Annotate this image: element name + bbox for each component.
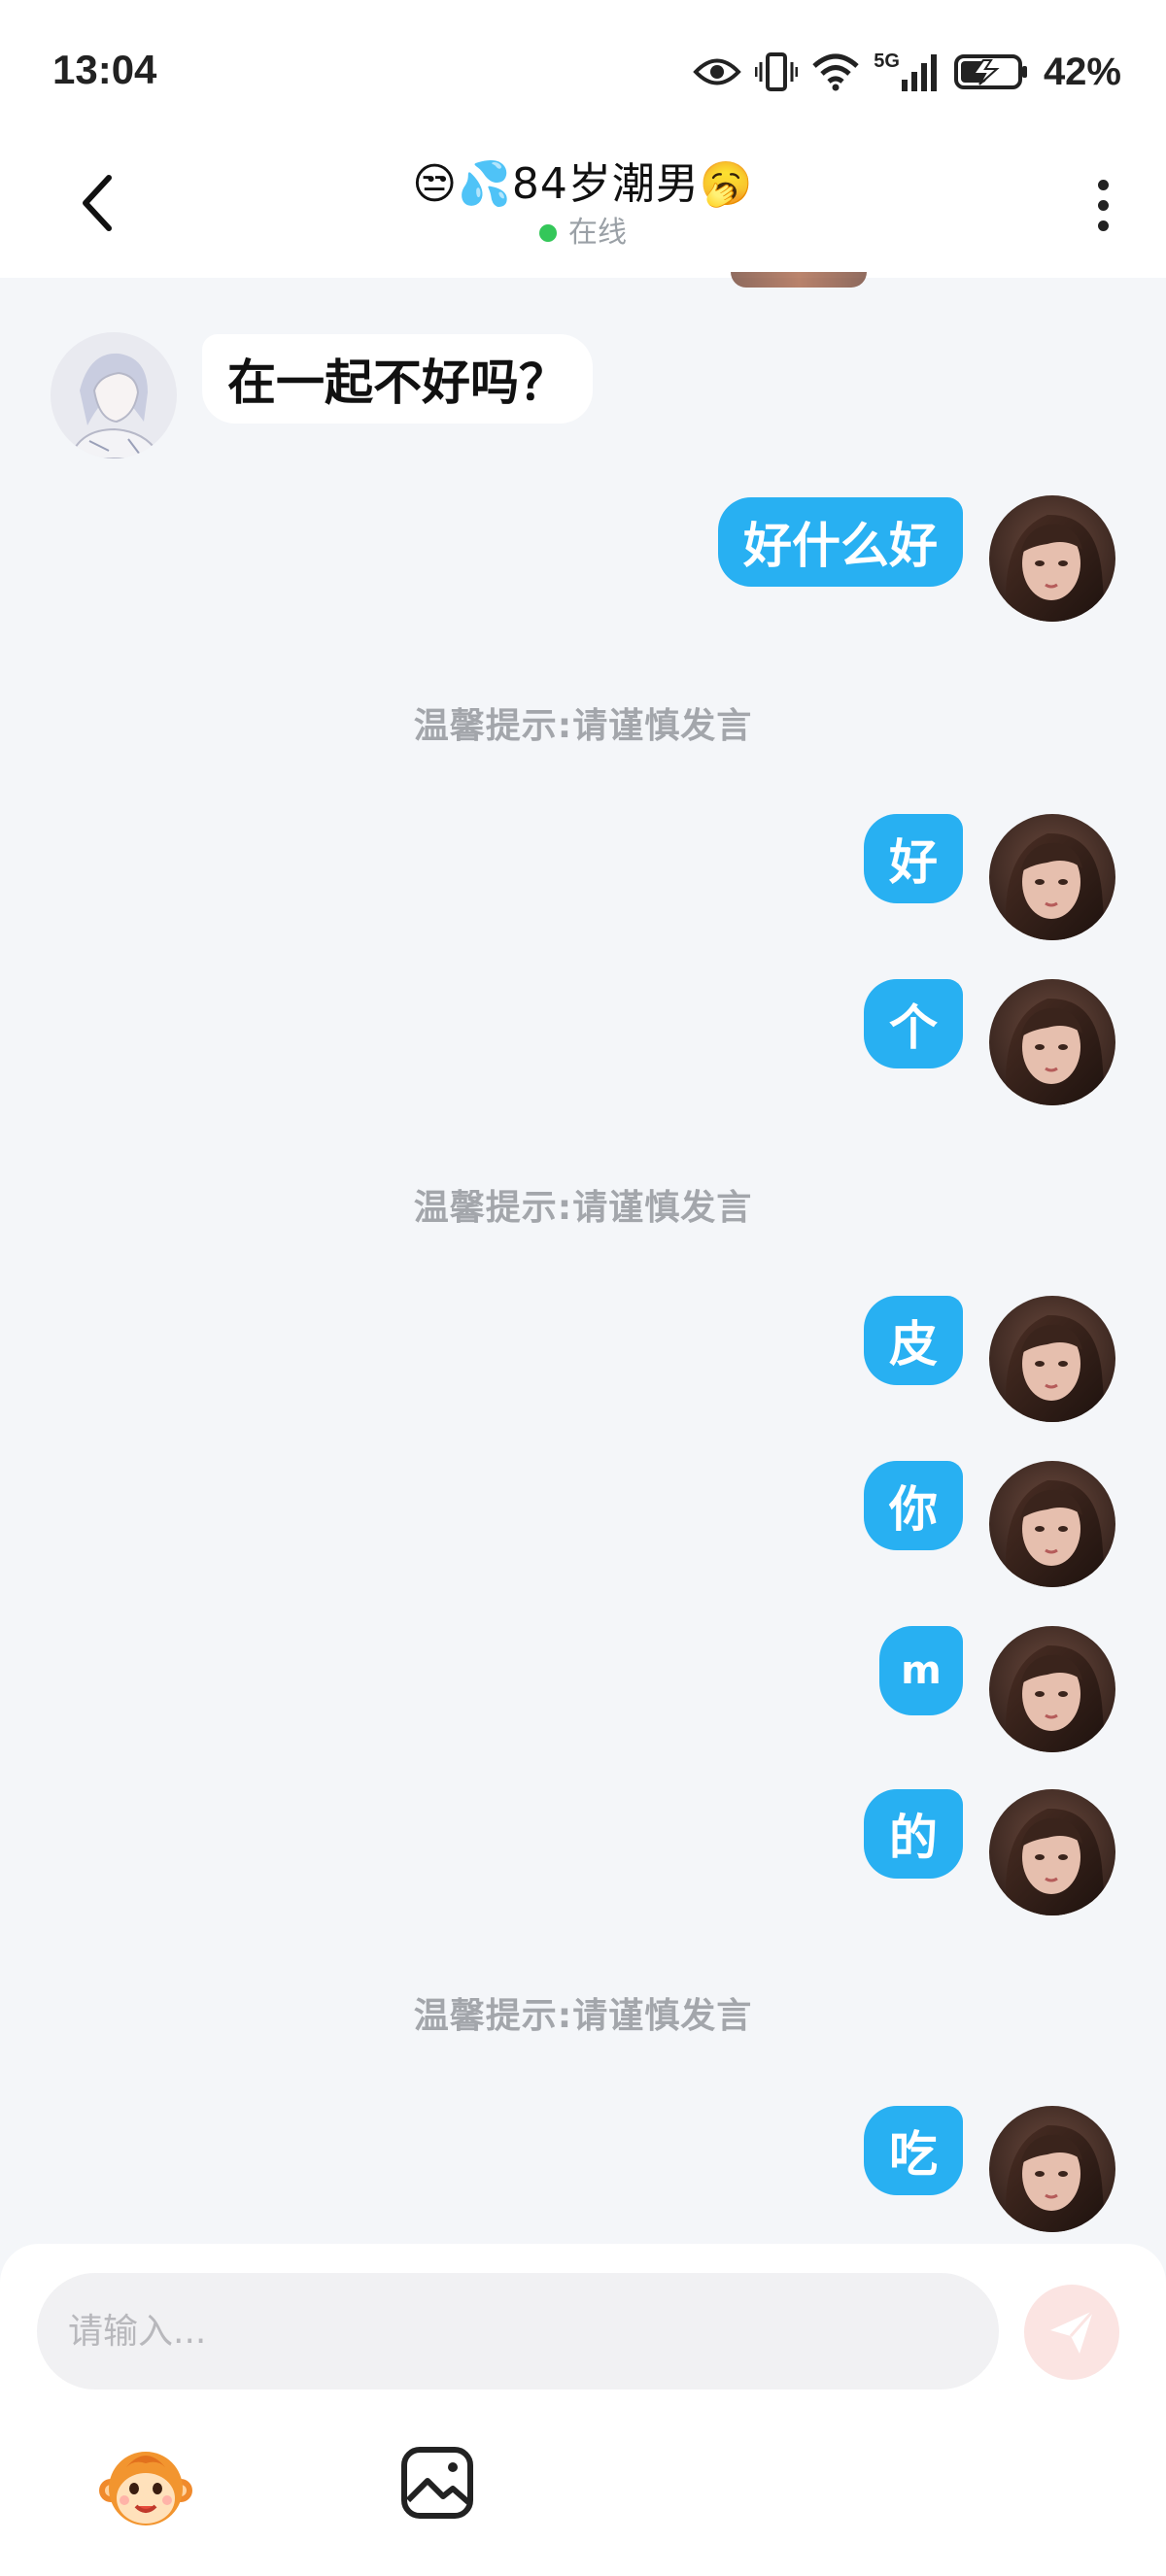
system-tip: 温馨提示:请谨慎发言 xyxy=(413,1996,753,2036)
message-bubble-outgoing[interactable]: 好 xyxy=(864,814,963,903)
message-bubble-outgoing[interactable]: 好什么好 xyxy=(718,497,963,587)
user-avatar[interactable] xyxy=(989,1789,1115,1915)
network-type-label: 5G xyxy=(874,51,900,72)
vibrate-icon xyxy=(755,51,799,93)
send-button[interactable] xyxy=(1024,2285,1119,2380)
status-bar: 13:04 5G 42% xyxy=(0,0,1166,146)
more-options-button[interactable] xyxy=(1079,171,1127,239)
message-bubble-outgoing[interactable]: 你 xyxy=(864,1461,963,1550)
chevron-left-icon xyxy=(83,175,112,231)
cellular-signal-icon: 5G xyxy=(874,51,941,93)
send-icon xyxy=(1050,2310,1095,2354)
user-avatar[interactable] xyxy=(989,495,1115,622)
message-bubble-outgoing[interactable]: 的 xyxy=(864,1789,963,1879)
image-button[interactable] xyxy=(398,2444,476,2522)
input-panel xyxy=(0,2244,1166,2576)
battery-percent: 42% xyxy=(1043,50,1121,93)
system-tip: 温馨提示:请谨慎发言 xyxy=(413,1188,753,1228)
partial-avatar xyxy=(731,272,867,288)
monkey-emoji-icon xyxy=(99,2452,192,2525)
user-avatar[interactable] xyxy=(989,814,1115,940)
contact-avatar[interactable] xyxy=(51,332,177,458)
chat-header: 😒💦84岁潮男🥱 在线 xyxy=(0,146,1166,278)
user-avatar[interactable] xyxy=(989,1296,1115,1422)
message-list[interactable]: 在一起不好吗？ 好什么好 温馨提示:请谨慎发言 好 个 温馨提示:请谨慎发言 皮… xyxy=(0,272,1166,2244)
user-avatar[interactable] xyxy=(989,979,1115,1105)
emoji-button[interactable] xyxy=(97,2438,194,2535)
user-avatar[interactable] xyxy=(989,1461,1115,1587)
eye-icon xyxy=(693,55,742,88)
message-bubble-outgoing[interactable]: m xyxy=(879,1626,963,1715)
back-button[interactable] xyxy=(68,171,126,235)
status-time: 13:04 xyxy=(52,47,157,92)
online-status-label: 在线 xyxy=(568,216,627,250)
message-input[interactable] xyxy=(37,2273,999,2390)
online-status: 在线 xyxy=(292,216,874,251)
message-bubble-outgoing[interactable]: 皮 xyxy=(864,1296,963,1385)
online-dot-icon xyxy=(539,224,557,242)
message-bubble-outgoing[interactable]: 吃 xyxy=(864,2106,963,2195)
wifi-icon xyxy=(811,52,860,91)
status-icons: 5G 42% xyxy=(693,47,1121,97)
chat-title-block: 😒💦84岁潮男🥱 在线 xyxy=(292,153,874,251)
system-tip: 温馨提示:请谨慎发言 xyxy=(413,706,753,746)
more-vertical-icon xyxy=(1097,179,1109,190)
message-bubble-incoming[interactable]: 在一起不好吗？ xyxy=(202,334,593,424)
message-bubble-outgoing[interactable]: 个 xyxy=(864,979,963,1068)
user-avatar[interactable] xyxy=(989,2106,1115,2232)
image-icon xyxy=(401,2447,473,2519)
battery-icon xyxy=(953,52,1030,91)
chat-title: 😒💦84岁潮男🥱 xyxy=(412,159,754,209)
user-avatar[interactable] xyxy=(989,1626,1115,1752)
